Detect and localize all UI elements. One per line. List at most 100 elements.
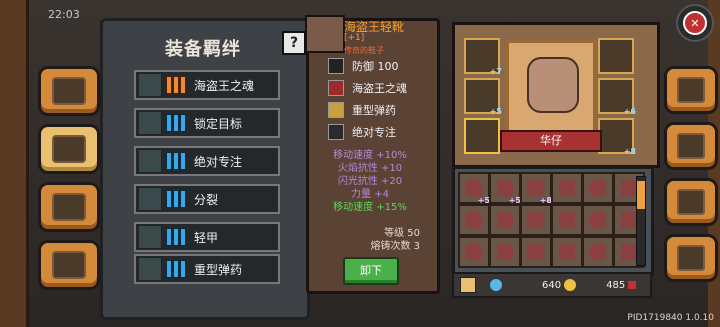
equip-slot-helmet[interactable]: +7	[464, 38, 502, 76]
close-button[interactable]: ✕	[676, 4, 714, 42]
inventory-scrollbar[interactable]	[636, 176, 646, 266]
bond-level-bar	[173, 114, 179, 132]
gem-count: 640	[542, 279, 562, 291]
inventory-slot[interactable]: +8	[520, 172, 552, 205]
bond-level-bar	[166, 260, 172, 278]
inventory-slot[interactable]: +5	[458, 172, 490, 205]
inventory-slot[interactable]	[489, 236, 521, 268]
bond-level-bars	[166, 228, 186, 246]
tab-equipment[interactable]	[38, 124, 100, 174]
equip-slot-weapon[interactable]: +8	[598, 118, 636, 156]
bond-level-bar	[173, 152, 179, 170]
inventory-slot[interactable]	[458, 236, 490, 268]
character-portrait	[506, 40, 596, 134]
tab-codex[interactable]	[38, 66, 100, 116]
shield-icon	[328, 58, 344, 74]
clock: 22:03	[48, 8, 80, 21]
bond-level-bar	[173, 228, 179, 246]
bond-row[interactable]: 绝对专注	[134, 146, 280, 176]
chart-icon	[677, 245, 705, 271]
scroll-thumb[interactable]	[637, 181, 645, 209]
bond-level-bar	[173, 190, 179, 208]
inventory-slot[interactable]	[551, 172, 583, 204]
target-icon	[138, 111, 162, 135]
shoe-icon	[497, 180, 513, 196]
ammo-icon	[138, 257, 162, 281]
inventory-slot[interactable]	[551, 236, 583, 268]
close-icon: ✕	[683, 11, 707, 35]
equip-slot-accessory[interactable]	[598, 38, 634, 74]
armor-icon	[559, 180, 575, 196]
helmet-icon	[590, 180, 606, 196]
slot-badge: +8	[623, 147, 636, 156]
inventory-slot[interactable]	[458, 204, 490, 236]
boots-icon	[559, 244, 575, 260]
tab-helmet[interactable]	[664, 66, 718, 114]
tab-stats[interactable]	[664, 234, 718, 282]
hood-icon	[621, 180, 637, 196]
bond-label: 重型弹药	[194, 262, 243, 277]
gem-icon	[490, 279, 502, 291]
inventory-slot[interactable]	[582, 204, 614, 236]
tab-tools[interactable]	[664, 122, 718, 170]
slot-badge: +5	[489, 107, 502, 116]
bond-label: 海盗王之魂	[194, 78, 255, 93]
tab-pets[interactable]	[38, 182, 100, 232]
inventory-slot[interactable]	[582, 236, 614, 268]
wheel-icon	[52, 251, 86, 279]
bond-label: 绝对专注	[194, 154, 243, 169]
inventory-slot[interactable]	[520, 236, 552, 268]
bond-level-bars	[166, 260, 186, 278]
boots-icon	[528, 244, 544, 260]
boots-icon	[305, 15, 345, 53]
bond-level-bars	[166, 76, 186, 94]
bow-icon	[466, 180, 482, 196]
inventory-slot[interactable]	[520, 204, 552, 236]
boots-icon	[621, 244, 637, 260]
bond-level-bar	[166, 190, 172, 208]
bond-level-bar	[180, 114, 186, 132]
crossed-tools-icon	[677, 133, 705, 159]
bond-label: 分裂	[194, 192, 219, 207]
bond-panel-title: 装备羁绊	[165, 39, 241, 60]
item-subtitle: 传奇的鞋子	[344, 46, 384, 55]
trait-label: 绝对专注	[352, 126, 396, 139]
chest-icon	[528, 212, 544, 228]
chest-icon	[559, 212, 575, 228]
left-tab-column	[38, 66, 100, 298]
unequip-button[interactable]: 卸下	[343, 257, 399, 285]
wood-border-left	[0, 0, 29, 327]
bond-level-bars	[166, 114, 186, 132]
shoe-icon	[466, 212, 482, 228]
inventory-slot[interactable]	[489, 204, 521, 236]
bond-level-bar	[166, 114, 172, 132]
book-icon	[52, 77, 86, 105]
ammo-icon	[328, 102, 344, 118]
chest-icon	[590, 212, 606, 228]
bond-level-bar	[166, 152, 172, 170]
bond-label: 轻甲	[194, 230, 219, 245]
bond-row[interactable]: 重型弹药	[134, 254, 280, 284]
tab-vehicle[interactable]	[38, 240, 100, 290]
armor-icon	[138, 225, 162, 249]
tab-gear[interactable]	[664, 178, 718, 226]
bond-row[interactable]: 分裂	[134, 184, 280, 214]
chest-icon	[621, 212, 637, 228]
equip-slot-ring[interactable]: +5	[464, 78, 502, 116]
bond-row[interactable]: 锁定目标	[134, 108, 280, 138]
bond-row[interactable]: 轻甲	[134, 222, 280, 252]
item-defense-text: 防御 100	[352, 60, 399, 73]
bond-row[interactable]: 海盗王之魂	[134, 70, 280, 100]
lock-icon[interactable]	[460, 277, 476, 293]
trait-label: 海盗王之魂	[352, 82, 407, 95]
bond-level-bars	[166, 190, 186, 208]
inventory-slot[interactable]	[551, 204, 583, 236]
character-avatar	[527, 57, 579, 113]
inventory-slot[interactable]	[582, 172, 614, 204]
gear-box-icon	[52, 135, 86, 163]
help-icon[interactable]: ?	[282, 31, 306, 55]
equip-slot-boots[interactable]	[464, 118, 500, 154]
inventory-slot[interactable]: +5	[489, 172, 521, 205]
build-id: PID1719840 1.0.10	[627, 313, 714, 323]
equip-slot-chest[interactable]: +6	[598, 78, 636, 116]
